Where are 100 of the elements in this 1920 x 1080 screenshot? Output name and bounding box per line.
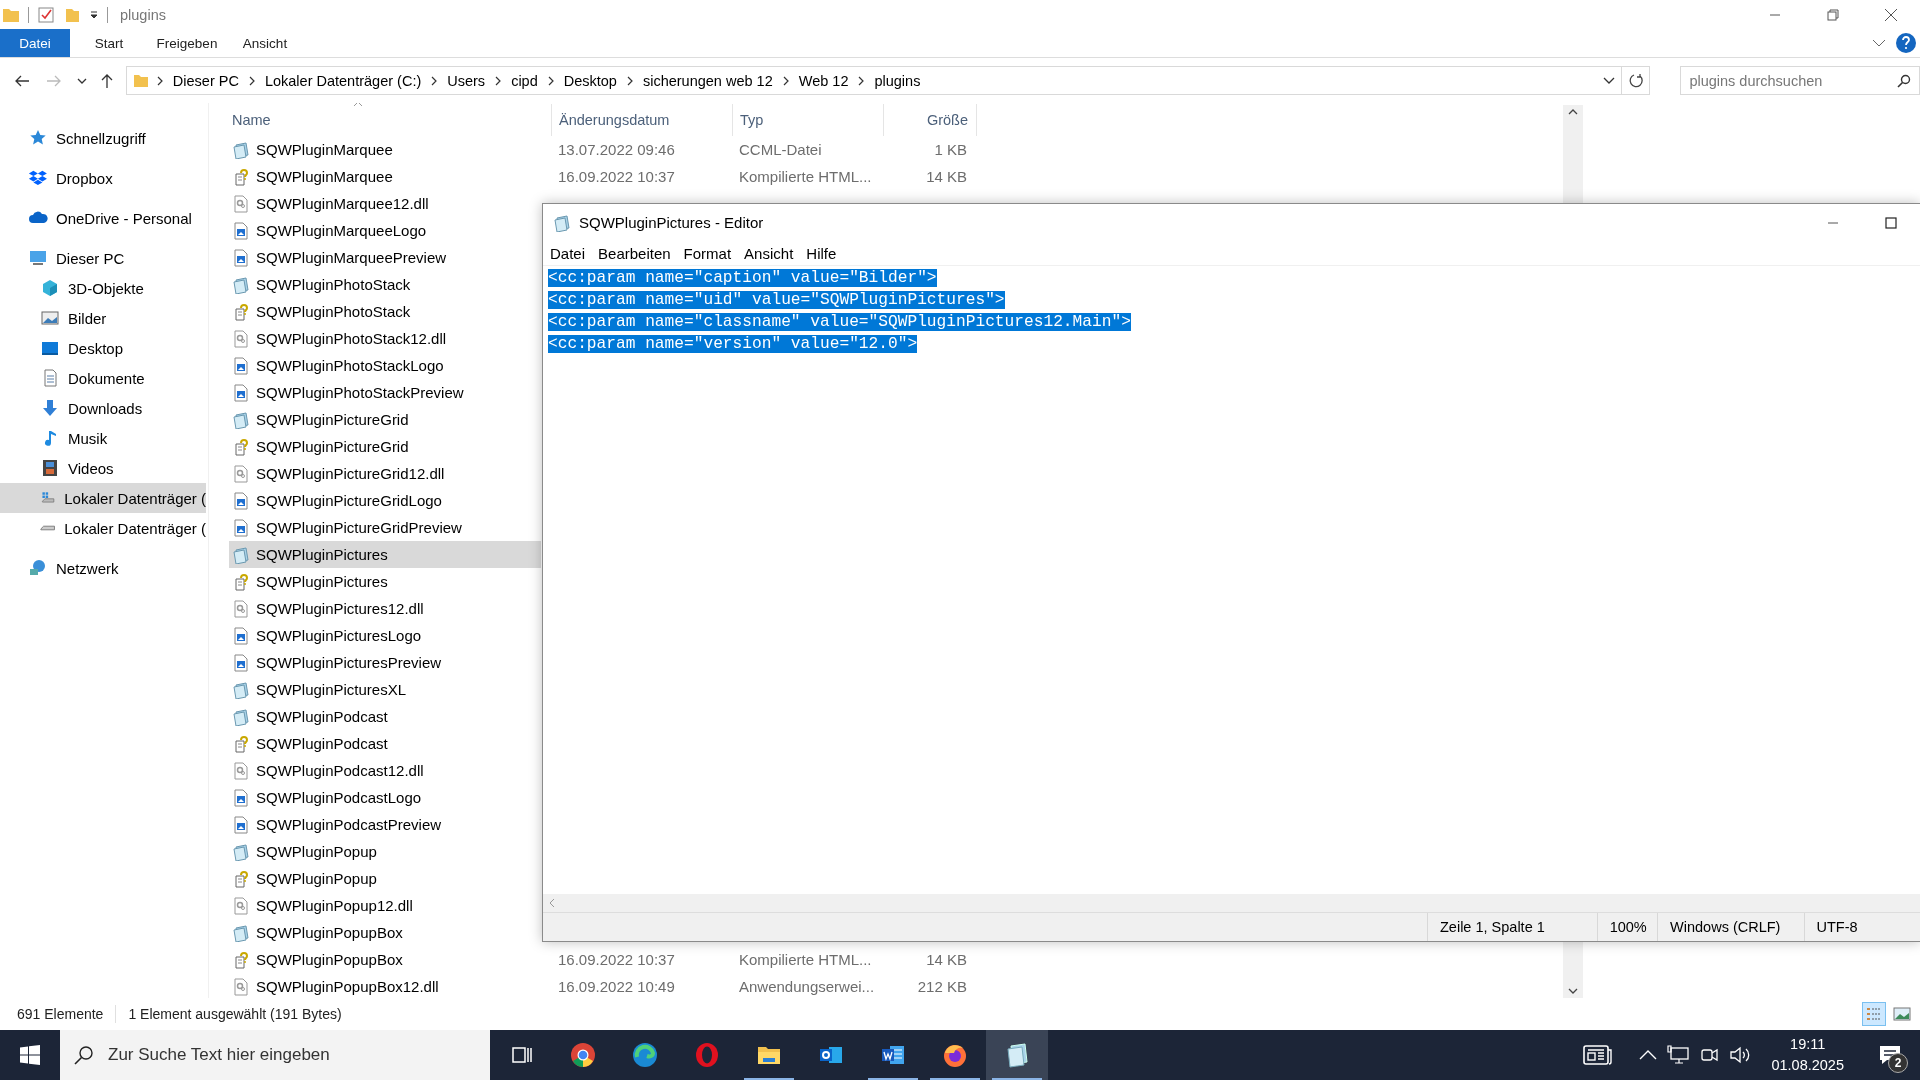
taskbar-app-button[interactable] <box>986 1030 1048 1080</box>
file-item[interactable]: SQWPluginPicturesXL <box>229 676 541 703</box>
ribbon-tab[interactable]: Ansicht <box>226 29 304 57</box>
nav-item[interactable]: Dropbox <box>0 163 206 193</box>
file-item[interactable]: SQWPluginPhotoStack <box>229 271 541 298</box>
file-item[interactable]: SQWPluginPopup12.dll <box>229 892 541 919</box>
chevron-up-icon[interactable] <box>1639 1050 1658 1060</box>
file-item[interactable]: SQWPluginPodcastLogo <box>229 784 541 811</box>
menu-item[interactable]: Ansicht <box>737 244 800 262</box>
file-item[interactable]: SQWPluginMarquee <box>229 163 541 190</box>
refresh-button[interactable] <box>1622 66 1651 95</box>
file-item[interactable]: SQWPluginPictureGridLogo <box>229 487 541 514</box>
news-icon[interactable] <box>1583 1044 1614 1066</box>
file-item[interactable]: SQWPluginPictureGrid12.dll <box>229 460 541 487</box>
file-item[interactable]: SQWPluginPodcastPreview <box>229 811 541 838</box>
file-item[interactable]: SQWPluginPopupBox <box>229 919 541 946</box>
network-icon[interactable] <box>1667 1045 1690 1065</box>
file-item[interactable]: SQWPluginPictures12.dll <box>229 595 541 622</box>
file-item[interactable]: SQWPluginPopup <box>229 838 541 865</box>
horizontal-scrollbar[interactable] <box>543 894 1920 912</box>
nav-item[interactable]: Schnellzugriff <box>0 123 206 153</box>
file-name: SQWPluginPhotoStackPreview <box>256 384 464 401</box>
file-item[interactable]: SQWPluginPodcast <box>229 703 541 730</box>
file-item[interactable]: SQWPluginMarqueeLogo <box>229 217 541 244</box>
file-name: SQWPluginPopup <box>256 843 377 860</box>
windows-logo-icon <box>20 1045 40 1065</box>
expand-ribbon-icon[interactable] <box>1872 38 1886 48</box>
properties-icon[interactable] <box>37 5 55 24</box>
nav-item[interactable]: Musik <box>0 423 206 453</box>
breadcrumb[interactable]: Web 12 <box>796 72 851 89</box>
ribbon-tab[interactable]: Datei <box>0 29 70 57</box>
nav-item[interactable]: OneDrive - Personal <box>0 203 206 233</box>
nav-item[interactable]: Netzwerk <box>0 553 206 583</box>
file-item[interactable]: SQWPluginPictures <box>229 541 541 568</box>
file-item[interactable]: SQWPluginMarqueePreview <box>229 244 541 271</box>
notepad-icon <box>232 545 250 564</box>
menu-item[interactable]: Format <box>676 244 738 262</box>
size-cell-text: 14 KB <box>925 167 968 187</box>
nav-item[interactable]: Downloads <box>0 393 206 423</box>
file-item[interactable]: SQWPluginPictures <box>229 568 541 595</box>
column-header[interactable]: Größe <box>884 106 976 133</box>
file-item[interactable]: SQWPluginPhotoStackLogo <box>229 352 541 379</box>
file-item[interactable]: SQWPluginPictureGridPreview <box>229 514 541 541</box>
breadcrumb[interactable]: sicherungen web 12 <box>640 72 775 89</box>
scrollbar-track[interactable] <box>1563 105 1583 203</box>
column-header[interactable]: Änderungsdatum <box>552 106 732 133</box>
scrollbar-track[interactable] <box>1563 942 1583 998</box>
search-field[interactable]: plugins durchsuchen <box>1680 66 1920 95</box>
ribbon-tab[interactable]: Freigeben <box>148 29 226 57</box>
file-item[interactable]: SQWPluginMarquee12.dll <box>229 190 541 217</box>
help-button[interactable] <box>1896 33 1916 53</box>
file-item[interactable]: SQWPluginPodcast <box>229 730 541 757</box>
column-header[interactable]: Name <box>229 106 551 133</box>
nav-item[interactable]: Videos <box>0 453 206 483</box>
clock[interactable]: 19:11 01.08.2025 <box>1771 1034 1844 1076</box>
breadcrumb[interactable]: Desktop <box>561 72 619 89</box>
nav-item[interactable]: Desktop <box>0 333 206 363</box>
scroll-down-icon[interactable] <box>1568 988 1578 994</box>
file-name: SQWPluginPictures12.dll <box>256 600 424 617</box>
status-text: 100% <box>1609 919 1647 935</box>
up-arrow-icon <box>99 72 114 89</box>
file-item[interactable]: SQWPluginMarquee <box>229 136 541 163</box>
file-item[interactable]: SQWPluginPopupBox12.dll <box>229 973 541 998</box>
file-item[interactable]: SQWPluginPopup <box>229 865 541 892</box>
file-item[interactable]: SQWPluginPopupBox <box>229 946 541 973</box>
image-file-icon <box>232 815 250 834</box>
file-name: SQWPluginPhotoStack <box>256 303 411 320</box>
nav-item[interactable]: Dieser PC <box>0 243 206 273</box>
notepad-icon <box>232 707 250 726</box>
dropdown-icon[interactable] <box>89 9 99 20</box>
nav-item[interactable]: 3D-Objekte <box>0 273 206 303</box>
breadcrumb[interactable]: Dieser PC <box>170 72 241 89</box>
file-item[interactable]: SQWPluginPictureGrid <box>229 433 541 460</box>
file-item[interactable]: SQWPluginPicturesLogo <box>229 622 541 649</box>
file-item[interactable]: SQWPluginPhotoStackPreview <box>229 379 541 406</box>
dropdown-icon[interactable] <box>1603 76 1616 85</box>
nav-item[interactable]: Dokumente <box>0 363 206 393</box>
notification-button[interactable]: 2 <box>1872 1037 1908 1073</box>
file-item[interactable]: SQWPluginPodcast12.dll <box>229 757 541 784</box>
gear-file-icon <box>232 464 250 483</box>
menu-item[interactable]: Hilfe <box>799 244 843 262</box>
file-item[interactable]: SQWPluginPhotoStack12.dll <box>229 325 541 352</box>
address-bar[interactable]: Dieser PC Lokaler Datenträger (C:) Users cipd Desktop sicherungen web 12 Web 12 plugins <box>125 66 1623 95</box>
taskbar-search-field[interactable]: Zur Suche Text hier eingeben <box>60 1030 490 1080</box>
file-item[interactable]: SQWPluginPictureGrid <box>229 406 541 433</box>
ribbon-tab[interactable]: Start <box>70 29 148 57</box>
file-item[interactable]: SQWPluginPicturesPreview <box>229 649 541 676</box>
nav-item[interactable]: Lokaler Datenträger ( <box>0 483 206 513</box>
file-item[interactable]: SQWPluginPhotoStack <box>229 298 541 325</box>
scroll-up-icon[interactable] <box>1568 109 1578 115</box>
nav-item[interactable]: Bilder <box>0 303 206 333</box>
breadcrumb[interactable]: cipd <box>509 72 540 89</box>
file-name: SQWPluginMarquee12.dll <box>256 195 429 212</box>
menu-item[interactable]: Datei <box>543 244 592 262</box>
nav-item[interactable]: Lokaler Datenträger ( <box>0 513 206 543</box>
menu-item[interactable]: Bearbeiten <box>591 244 677 262</box>
breadcrumb[interactable]: Users <box>445 72 488 89</box>
breadcrumb[interactable]: Lokaler Datenträger (C:) <box>262 72 424 89</box>
column-header[interactable]: Typ <box>733 106 883 133</box>
breadcrumb[interactable]: plugins <box>872 72 923 89</box>
